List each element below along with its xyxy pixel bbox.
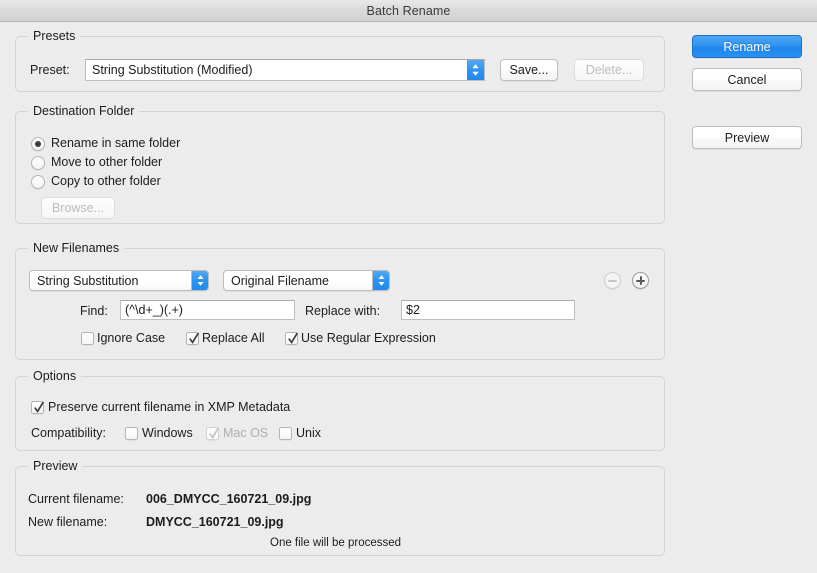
destination-folder-group-label: Destination Folder xyxy=(28,104,140,118)
checkmark-icon xyxy=(209,427,219,439)
rule-type-value: String Substitution xyxy=(37,273,139,288)
remove-rule-button xyxy=(604,272,621,289)
checkbox-replace-all-label: Replace All xyxy=(202,331,265,345)
window-title: Batch Rename xyxy=(366,3,451,18)
rule-type-chevron-updown-icon[interactable] xyxy=(191,271,208,290)
radio-move-to-other-folder-label: Move to other folder xyxy=(51,155,163,169)
rule-source-chevron-updown-icon[interactable] xyxy=(372,271,389,290)
browse-folder-button: Browse... xyxy=(41,197,115,219)
current-filename-label: Current filename: xyxy=(28,492,124,506)
rule-source-value: Original Filename xyxy=(231,273,329,288)
rename-button[interactable]: Rename xyxy=(692,35,802,58)
new-filenames-group-label: New Filenames xyxy=(28,241,125,255)
checkbox-compat-windows-label: Windows xyxy=(142,426,193,440)
radio-rename-in-same-folder[interactable] xyxy=(31,137,45,151)
checkbox-preserve-filename-xmp[interactable] xyxy=(31,401,44,414)
checkbox-compat-macos-label: Mac OS xyxy=(223,426,269,440)
checkbox-ignore-case-label: Ignore Case xyxy=(97,331,166,345)
checkbox-compat-unix-label: Unix xyxy=(296,426,322,440)
checkbox-compat-macos xyxy=(206,427,219,440)
current-filename-value: 006_DMYCC_160721_09.jpg xyxy=(146,492,312,506)
preview-status-text: One file will be processed xyxy=(270,537,402,549)
preset-combo-value: String Substitution (Modified) xyxy=(92,63,253,77)
presets-group-label: Presets xyxy=(28,29,81,43)
rule-type-popup[interactable]: String Substitution xyxy=(29,270,209,291)
cancel-button[interactable]: Cancel xyxy=(692,68,802,91)
checkbox-replace-all[interactable] xyxy=(186,332,199,345)
window-titlebar: Batch Rename xyxy=(0,0,817,22)
replace-with-input[interactable]: $2 xyxy=(401,300,575,320)
radio-rename-in-same-folder-label: Rename in same folder xyxy=(51,136,181,150)
checkbox-compat-windows[interactable] xyxy=(125,427,138,440)
new-filename-value: DMYCC_160721_09.jpg xyxy=(146,515,284,529)
checkbox-use-regular-expression[interactable] xyxy=(285,332,298,345)
new-filename-label: New filename: xyxy=(28,515,108,529)
radio-copy-to-other-folder-label: Copy to other folder xyxy=(51,174,161,188)
batch-rename-window: Batch Rename Presets Preset: String Subs… xyxy=(0,0,817,573)
find-input[interactable]: (^\d+_)(.+) xyxy=(120,300,295,320)
delete-preset-button: Delete... xyxy=(574,59,644,81)
options-group-label: Options xyxy=(28,369,82,383)
replace-with-label: Replace with: xyxy=(305,304,381,318)
minus-icon xyxy=(605,273,620,288)
compatibility-label: Compatibility: xyxy=(31,426,107,440)
preset-label: Preset: xyxy=(30,63,70,77)
checkmark-icon xyxy=(189,332,199,344)
checkbox-ignore-case[interactable] xyxy=(81,332,94,345)
plus-icon xyxy=(633,273,648,288)
radio-copy-to-other-folder[interactable] xyxy=(31,175,45,189)
rule-source-popup[interactable]: Original Filename xyxy=(223,270,390,291)
find-label: Find: xyxy=(80,304,108,318)
checkmark-icon xyxy=(34,401,44,413)
preview-group-label: Preview xyxy=(28,459,83,473)
radio-move-to-other-folder[interactable] xyxy=(31,156,45,170)
add-rule-button[interactable] xyxy=(632,272,649,289)
preview-button[interactable]: Preview xyxy=(692,126,802,149)
checkbox-compat-unix[interactable] xyxy=(279,427,292,440)
checkbox-preserve-filename-xmp-label: Preserve current filename in XMP Metadat… xyxy=(48,400,291,414)
preset-stepper-arrows-icon[interactable] xyxy=(467,60,484,80)
checkbox-use-regular-expression-label: Use Regular Expression xyxy=(301,331,436,345)
checkmark-icon xyxy=(288,332,298,344)
save-preset-button[interactable]: Save... xyxy=(500,59,558,81)
preset-combo-box[interactable]: String Substitution (Modified) xyxy=(85,59,485,81)
